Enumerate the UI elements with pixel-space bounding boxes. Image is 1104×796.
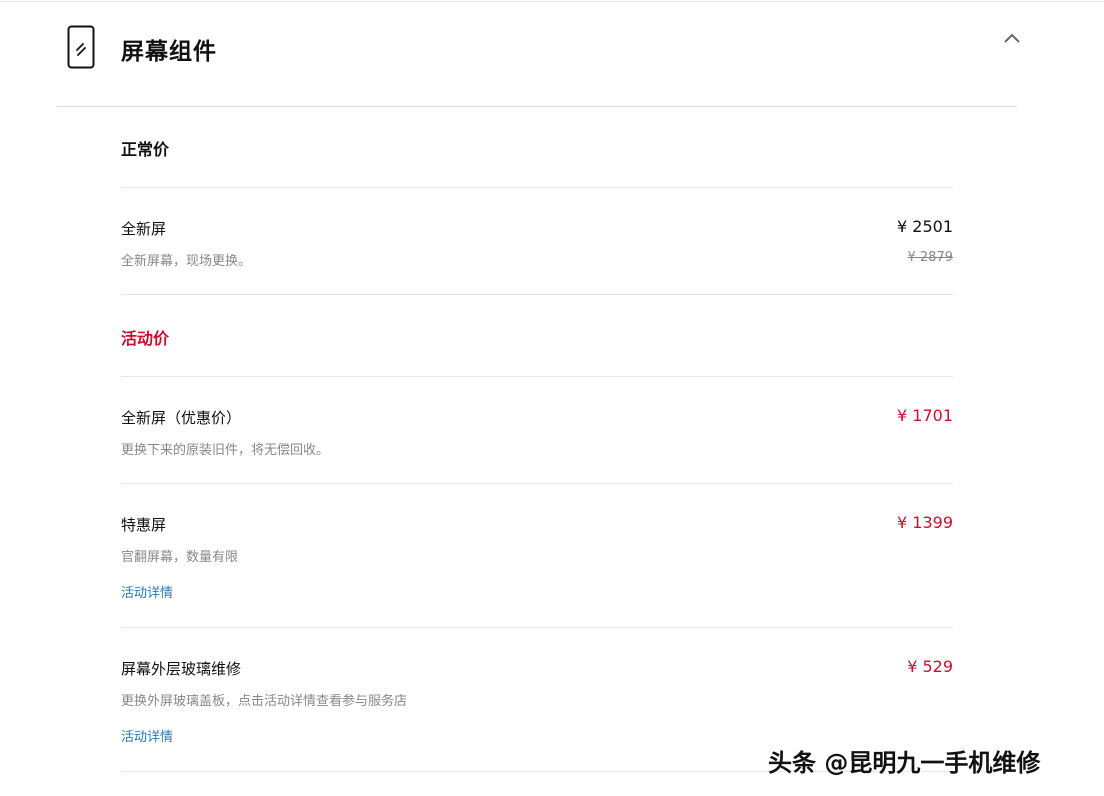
list-item: 特惠屏 官翻屏幕，数量有限 活动详情 ¥ 1399 xyxy=(121,484,953,628)
group-heading: 正常价 xyxy=(121,140,170,159)
item-name: 屏幕外层玻璃维修 xyxy=(121,660,242,678)
group-normal-price: 正常价 xyxy=(121,106,953,188)
item-name: 全新屏（优惠价） xyxy=(121,409,242,427)
list-item: 全新屏 全新屏幕，现场更换。 ¥ 2501 ¥ 2879 xyxy=(121,188,953,295)
item-description: 更换外屏玻璃盖板，点击活动详情查看参与服务店 xyxy=(121,694,408,709)
section-header[interactable]: 屏幕组件 xyxy=(57,2,1020,107)
item-description: 官翻屏幕，数量有限 xyxy=(121,550,239,565)
price-list: 正常价 全新屏 全新屏幕，现场更换。 ¥ 2501 ¥ 2879 活动价 全新屏… xyxy=(121,106,953,772)
item-description: 更换下来的原装旧件，将无偿回收。 xyxy=(121,443,330,458)
item-original-price: ¥ 2879 xyxy=(907,250,954,265)
group-promo-price: 活动价 xyxy=(121,295,953,377)
watermark: 头条 @昆明九一手机维修 xyxy=(768,749,1041,777)
phone-icon xyxy=(67,25,95,69)
activity-details-link[interactable]: 活动详情 xyxy=(121,726,173,745)
chevron-up-icon[interactable] xyxy=(1001,30,1023,46)
item-name: 特惠屏 xyxy=(121,516,167,534)
activity-details-link[interactable]: 活动详情 xyxy=(121,582,173,601)
item-price: ¥ 1399 xyxy=(897,513,953,532)
item-price: ¥ 529 xyxy=(907,657,953,676)
group-heading: 活动价 xyxy=(121,329,170,348)
section-title: 屏幕组件 xyxy=(121,39,217,65)
item-price: ¥ 1701 xyxy=(897,406,953,425)
item-price: ¥ 2501 xyxy=(897,217,953,236)
item-description: 全新屏幕，现场更换。 xyxy=(121,254,252,269)
list-item: 全新屏（优惠价） 更换下来的原装旧件，将无偿回收。 ¥ 1701 xyxy=(121,377,953,484)
item-name: 全新屏 xyxy=(121,220,167,238)
